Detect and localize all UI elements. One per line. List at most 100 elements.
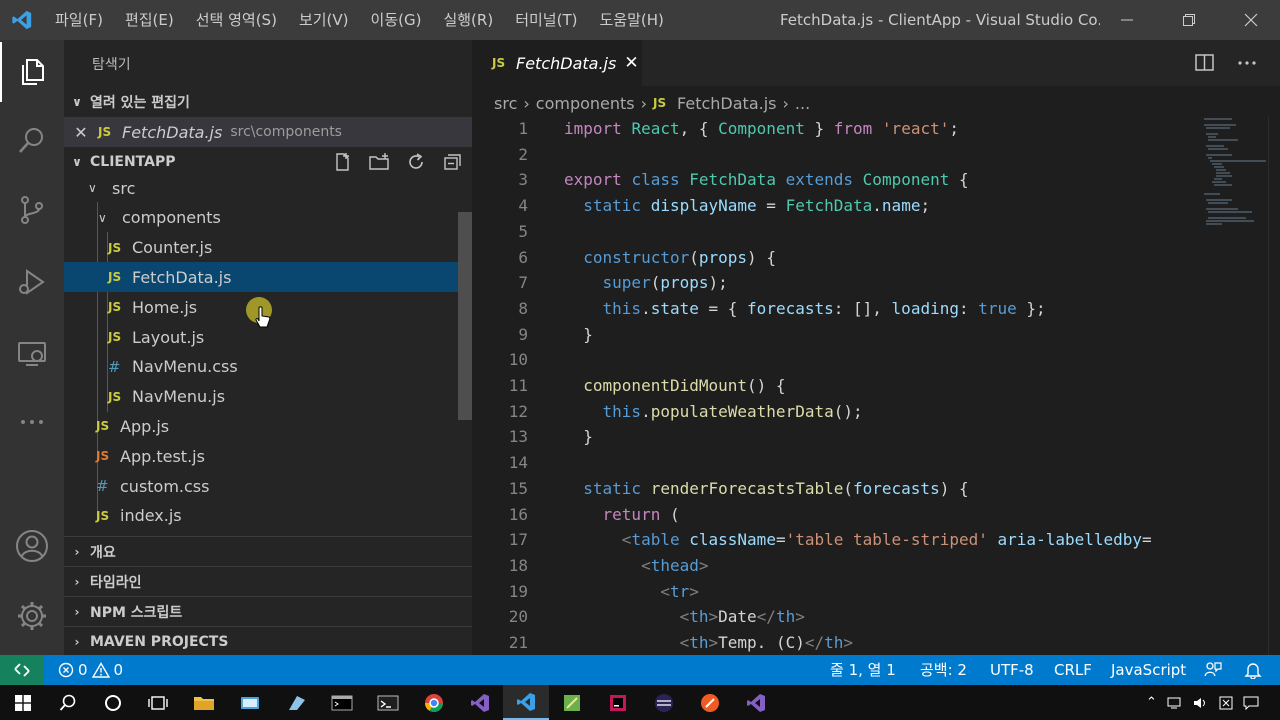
network-icon[interactable] bbox=[1167, 696, 1183, 710]
tree-file[interactable]: JS NavMenu.js bbox=[64, 382, 472, 412]
search-icon[interactable] bbox=[45, 685, 91, 720]
cortana-icon[interactable] bbox=[90, 685, 136, 720]
breadcrumb-item[interactable]: FetchData.js bbox=[677, 94, 776, 113]
eclipse-icon[interactable] bbox=[641, 685, 687, 720]
new-file-icon[interactable] bbox=[332, 152, 354, 172]
tree-file[interactable]: # custom.css bbox=[64, 471, 472, 501]
file-explorer-icon[interactable] bbox=[181, 685, 227, 720]
explorer-icon[interactable] bbox=[0, 42, 64, 102]
open-editors-header[interactable]: ∨ 열려 있는 편집기 bbox=[64, 87, 472, 117]
notification-center-icon[interactable] bbox=[1243, 696, 1259, 710]
close-window-button[interactable] bbox=[1220, 0, 1280, 40]
tree-file[interactable]: JS index.js bbox=[64, 501, 472, 531]
timeline-section[interactable]: › 타임라인 bbox=[64, 566, 472, 596]
remote-explorer-icon[interactable] bbox=[0, 324, 64, 384]
open-editor-item[interactable]: ✕ JS FetchData.js src\components bbox=[64, 117, 472, 147]
code-token: : [], bbox=[833, 298, 892, 318]
remote-indicator-icon[interactable] bbox=[0, 655, 44, 685]
command-prompt-icon[interactable] bbox=[319, 685, 365, 720]
editor-scrollbar[interactable] bbox=[1268, 116, 1280, 655]
menu-bar: 파일(F) 편집(E) 선택 영역(S) 보기(V) 이동(G) 실행(R) 터미널(T) 도… bbox=[44, 0, 675, 40]
chrome-icon[interactable] bbox=[411, 685, 457, 720]
tree-folder[interactable]: ∨ components bbox=[64, 203, 472, 233]
tree-file[interactable]: JS FetchData.js bbox=[64, 262, 472, 293]
code-token: aria-labelledby bbox=[997, 530, 1143, 550]
powershell-icon[interactable] bbox=[365, 685, 411, 720]
indentation-status[interactable]: 공백: 2 bbox=[920, 655, 967, 685]
tree-file[interactable]: # NavMenu.css bbox=[64, 352, 472, 382]
jetbrains-icon[interactable] bbox=[595, 685, 641, 720]
menu-item[interactable]: 편집(E) bbox=[114, 0, 185, 40]
minimap[interactable] bbox=[1202, 116, 1268, 236]
menu-item[interactable]: 도움말(H) bbox=[588, 0, 674, 40]
snipping-tool-icon[interactable] bbox=[549, 685, 595, 720]
code-token: > bbox=[698, 555, 709, 575]
code-token: (); bbox=[833, 401, 863, 421]
code-token: ) { bbox=[939, 478, 969, 498]
code-token: Date bbox=[718, 607, 757, 627]
feedback-icon[interactable] bbox=[1204, 661, 1222, 679]
npm-scripts-section[interactable]: › NPM 스크립트 bbox=[64, 596, 472, 626]
window-title: FetchData.js - ClientApp - Visual Studio… bbox=[780, 11, 1100, 29]
search-icon[interactable] bbox=[0, 110, 64, 170]
problems-indicator[interactable]: 0 0 bbox=[58, 655, 123, 685]
ime-icon[interactable] bbox=[1219, 696, 1233, 710]
breadcrumb-item[interactable]: ... bbox=[795, 94, 810, 113]
code-token: table bbox=[631, 530, 680, 550]
refresh-icon[interactable] bbox=[406, 152, 428, 172]
line-number: 15 bbox=[508, 478, 528, 498]
menu-item[interactable]: 이동(G) bbox=[360, 0, 433, 40]
maven-projects-section[interactable]: › MAVEN PROJECTS bbox=[64, 626, 472, 655]
breadcrumb-item[interactable]: src bbox=[494, 94, 517, 113]
close-icon[interactable]: ✕ bbox=[624, 53, 638, 73]
tree-file[interactable]: JS App.test.js bbox=[64, 441, 472, 471]
minimize-button[interactable] bbox=[1096, 0, 1158, 40]
visual-studio-2-icon[interactable] bbox=[733, 685, 779, 720]
tree-item-label: index.js bbox=[120, 506, 182, 526]
breadcrumb-item[interactable]: components bbox=[536, 94, 635, 113]
menu-item[interactable]: 실행(R) bbox=[432, 0, 504, 40]
collapse-all-icon[interactable] bbox=[442, 152, 464, 172]
volume-icon[interactable] bbox=[1193, 696, 1209, 710]
tree-item-label: App.test.js bbox=[120, 446, 205, 466]
source-control-icon[interactable] bbox=[0, 180, 64, 240]
more-icon[interactable] bbox=[0, 392, 64, 452]
new-folder-icon[interactable] bbox=[368, 152, 392, 172]
account-icon[interactable] bbox=[0, 516, 64, 576]
settings-gear-icon[interactable] bbox=[0, 586, 64, 646]
chevron-up-icon[interactable]: ⌃ bbox=[1146, 695, 1157, 710]
sidebar-scrollbar[interactable] bbox=[458, 212, 472, 420]
split-editor-icon[interactable] bbox=[1194, 53, 1216, 73]
visual-studio-icon[interactable] bbox=[457, 685, 503, 720]
menu-item[interactable]: 선택 영역(S) bbox=[185, 0, 288, 40]
tool-app-icon[interactable] bbox=[273, 685, 319, 720]
postman-icon[interactable] bbox=[687, 685, 733, 720]
menu-item[interactable]: 보기(V) bbox=[288, 0, 360, 40]
run-debug-icon[interactable] bbox=[0, 252, 64, 312]
eol-status[interactable]: CRLF bbox=[1054, 655, 1092, 685]
tree-folder[interactable]: ∨ src bbox=[64, 173, 472, 203]
js-file-icon: JS bbox=[96, 419, 110, 434]
menu-item[interactable]: 파일(F) bbox=[44, 0, 114, 40]
cursor-position[interactable]: 줄 1, 열 1 bbox=[830, 655, 896, 685]
notepad-app-icon[interactable] bbox=[227, 685, 273, 720]
vscode-taskbar-icon[interactable] bbox=[503, 685, 549, 720]
notifications-bell-icon[interactable] bbox=[1244, 661, 1262, 679]
encoding-status[interactable]: UTF-8 bbox=[990, 655, 1034, 685]
more-actions-icon[interactable] bbox=[1236, 53, 1258, 73]
outline-section[interactable]: › 개요 bbox=[64, 536, 472, 566]
tree-file[interactable]: JS Counter.js bbox=[64, 233, 472, 263]
menu-item[interactable]: 터미널(T) bbox=[504, 0, 588, 40]
code-token: renderForecastsTable bbox=[650, 478, 844, 498]
code-editor[interactable]: 1 import React, { Component } from 'react… bbox=[472, 116, 1202, 655]
task-view-icon[interactable] bbox=[135, 685, 181, 720]
code-line: <table className='table table-striped' a… bbox=[564, 527, 1152, 553]
tab-fetchdata[interactable]: JS FetchData.js ✕ bbox=[472, 40, 642, 86]
close-icon[interactable]: ✕ bbox=[64, 123, 98, 142]
language-mode[interactable]: JavaScript bbox=[1111, 655, 1186, 685]
restore-button[interactable] bbox=[1158, 0, 1220, 40]
windows-start-icon[interactable] bbox=[0, 685, 46, 720]
tree-file[interactable]: JS App.js bbox=[64, 411, 472, 441]
open-editor-path: src\components bbox=[230, 124, 342, 140]
